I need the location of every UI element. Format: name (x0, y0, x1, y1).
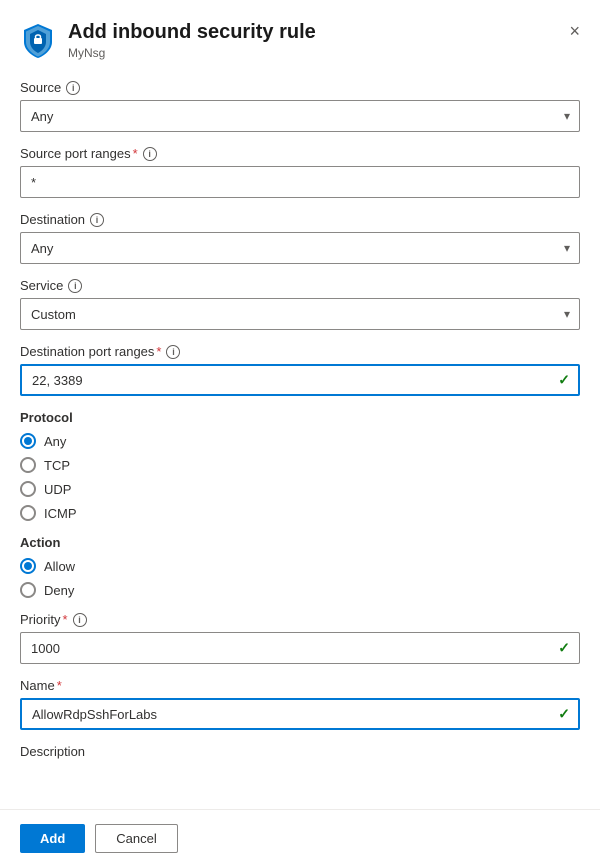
description-label: Description (20, 744, 580, 759)
service-label: Service i (20, 278, 580, 293)
name-label: Name * (20, 678, 580, 693)
name-check-icon: ✓ (558, 706, 570, 723)
protocol-label: Protocol (20, 410, 580, 425)
protocol-icmp-label[interactable]: ICMP (44, 506, 77, 521)
nsg-icon (20, 22, 56, 58)
name-required: * (57, 678, 62, 693)
priority-info-icon[interactable]: i (73, 613, 87, 627)
source-port-input-wrapper (20, 166, 580, 198)
protocol-any-radio[interactable] (20, 433, 36, 449)
protocol-any-label[interactable]: Any (44, 434, 66, 449)
dest-port-group: Destination port ranges * i ✓ (20, 344, 580, 396)
action-deny-radio[interactable] (20, 582, 36, 598)
destination-select-wrapper: Any IP Addresses Service Tag Application… (20, 232, 580, 264)
action-deny-item: Deny (20, 582, 580, 598)
protocol-tcp-radio[interactable] (20, 457, 36, 473)
source-select[interactable]: Any IP Addresses Service Tag Application… (20, 100, 580, 132)
name-input[interactable] (20, 698, 580, 730)
protocol-group: Protocol Any TCP UDP ICMP (20, 410, 580, 521)
source-port-info-icon[interactable]: i (143, 147, 157, 161)
footer: Add Cancel (0, 809, 600, 867)
priority-check-icon: ✓ (558, 640, 570, 657)
source-label: Source i (20, 80, 580, 95)
priority-group: Priority * i ✓ (20, 612, 580, 664)
action-deny-label[interactable]: Deny (44, 583, 74, 598)
protocol-tcp-label[interactable]: TCP (44, 458, 70, 473)
dest-port-input[interactable] (20, 364, 580, 396)
dest-port-check-icon: ✓ (558, 372, 570, 389)
action-allow-radio[interactable] (20, 558, 36, 574)
action-group: Action Allow Deny (20, 535, 580, 598)
close-button[interactable]: × (565, 18, 584, 44)
priority-required: * (62, 612, 67, 627)
source-port-required: * (133, 146, 138, 161)
cancel-button[interactable]: Cancel (95, 824, 177, 853)
protocol-udp-radio[interactable] (20, 481, 36, 497)
protocol-icmp-radio[interactable] (20, 505, 36, 521)
service-select-wrapper: Custom HTTP HTTPS SSH RDP MS SQL ▾ (20, 298, 580, 330)
protocol-tcp-item: TCP (20, 457, 580, 473)
panel-header: Add inbound security rule MyNsg (20, 20, 580, 60)
action-allow-item: Allow (20, 558, 580, 574)
name-input-wrapper: ✓ (20, 698, 580, 730)
protocol-udp-item: UDP (20, 481, 580, 497)
protocol-icmp-item: ICMP (20, 505, 580, 521)
name-group: Name * ✓ (20, 678, 580, 730)
source-port-group: Source port ranges * i (20, 146, 580, 198)
panel-title: Add inbound security rule (68, 20, 316, 44)
header-text: Add inbound security rule MyNsg (68, 20, 316, 60)
source-group: Source i Any IP Addresses Service Tag Ap… (20, 80, 580, 132)
source-port-label: Source port ranges * i (20, 146, 580, 161)
add-button[interactable]: Add (20, 824, 85, 853)
dest-port-label: Destination port ranges * i (20, 344, 580, 359)
dest-port-required: * (156, 344, 161, 359)
action-allow-label[interactable]: Allow (44, 559, 75, 574)
source-select-wrapper: Any IP Addresses Service Tag Application… (20, 100, 580, 132)
service-info-icon[interactable]: i (68, 279, 82, 293)
action-radio-group: Allow Deny (20, 558, 580, 598)
dest-port-info-icon[interactable]: i (166, 345, 180, 359)
destination-group: Destination i Any IP Addresses Service T… (20, 212, 580, 264)
service-group: Service i Custom HTTP HTTPS SSH RDP MS S… (20, 278, 580, 330)
source-port-input[interactable] (20, 166, 580, 198)
protocol-udp-label[interactable]: UDP (44, 482, 71, 497)
destination-info-icon[interactable]: i (90, 213, 104, 227)
description-group: Description (20, 744, 580, 759)
priority-input-wrapper: ✓ (20, 632, 580, 664)
priority-label: Priority * i (20, 612, 580, 627)
action-label: Action (20, 535, 580, 550)
protocol-radio-group: Any TCP UDP ICMP (20, 433, 580, 521)
protocol-any-item: Any (20, 433, 580, 449)
source-info-icon[interactable]: i (66, 81, 80, 95)
dest-port-input-wrapper: ✓ (20, 364, 580, 396)
priority-input[interactable] (20, 632, 580, 664)
destination-select[interactable]: Any IP Addresses Service Tag Application… (20, 232, 580, 264)
destination-label: Destination i (20, 212, 580, 227)
panel-subtitle: MyNsg (68, 46, 316, 60)
service-select[interactable]: Custom HTTP HTTPS SSH RDP MS SQL (20, 298, 580, 330)
panel: Add inbound security rule MyNsg × Source… (0, 0, 600, 867)
